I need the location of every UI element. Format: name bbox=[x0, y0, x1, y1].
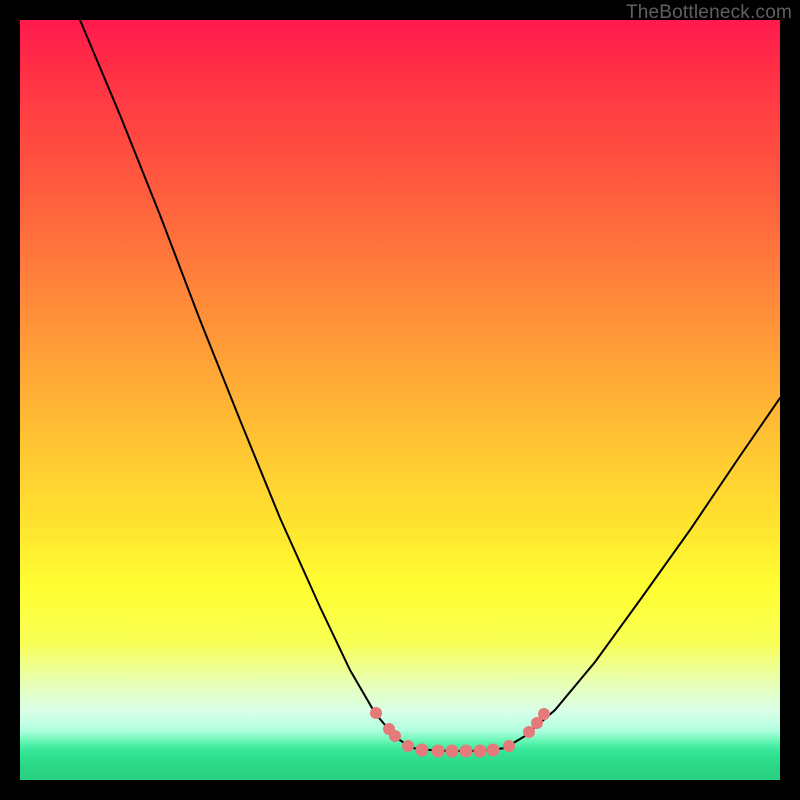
data-marker bbox=[416, 744, 429, 757]
data-marker bbox=[487, 744, 500, 757]
chart-frame: TheBottleneck.com bbox=[0, 0, 800, 800]
data-marker bbox=[402, 740, 414, 752]
chart-plot-area bbox=[20, 20, 780, 780]
data-marker bbox=[446, 745, 459, 758]
data-marker bbox=[523, 726, 535, 738]
data-marker bbox=[432, 745, 445, 758]
data-marker bbox=[503, 740, 515, 752]
data-marker bbox=[370, 707, 382, 719]
watermark-label: TheBottleneck.com bbox=[626, 2, 792, 24]
data-marker bbox=[389, 730, 401, 742]
data-marker bbox=[460, 745, 473, 758]
data-marker bbox=[538, 708, 550, 720]
bottleneck-curve bbox=[20, 20, 780, 780]
data-marker bbox=[474, 745, 487, 758]
